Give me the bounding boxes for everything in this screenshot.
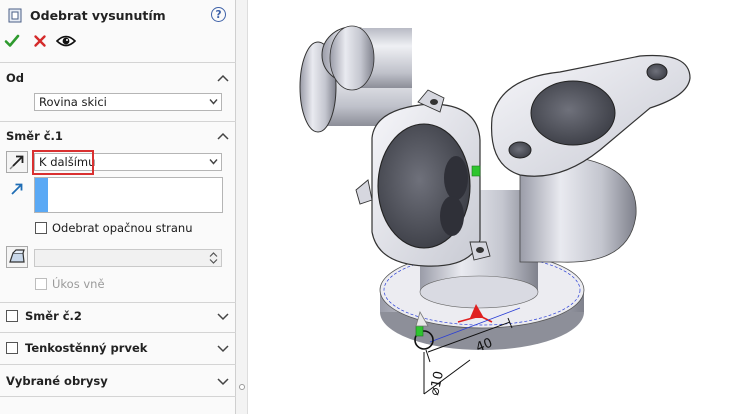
section-selected-contours-title: Vybrané obrysy <box>6 374 108 388</box>
thin-feature-checkbox[interactable] <box>6 342 18 354</box>
extruded-cut-icon <box>8 8 22 23</box>
property-manager-panel: Odebrat vysunutím ? Od Rovina skici Směr… <box>0 0 236 414</box>
reverse-direction-icon <box>9 155 24 170</box>
body-base-edge <box>419 275 539 309</box>
action-buttons <box>4 33 94 53</box>
flange-lug <box>355 179 373 205</box>
from-start-condition-select[interactable]: Rovina skici <box>34 93 222 111</box>
panel-resize-handle[interactable] <box>236 0 248 414</box>
help-icon[interactable]: ? <box>211 7 226 22</box>
divider <box>0 302 236 303</box>
chevron-down-icon[interactable] <box>217 376 229 386</box>
draft-outward-label: Úkos vně <box>52 277 105 291</box>
chevron-down-icon[interactable] <box>217 343 229 353</box>
drag-handle[interactable] <box>415 325 424 337</box>
dimension-diameter-label[interactable]: ⌀10 <box>427 370 447 397</box>
direction1-end-condition-value: K dalšímu <box>39 155 96 169</box>
divider <box>0 364 236 365</box>
inner-passage <box>444 156 468 200</box>
part-model-view[interactable]: 40 ⌀10 <box>248 0 750 414</box>
property-manager-header: Odebrat vysunutím ? <box>6 6 228 26</box>
cancel-button[interactable] <box>32 33 48 52</box>
reverse-direction-button[interactable] <box>6 151 28 173</box>
inner-passage <box>440 196 464 236</box>
direction-vector-icon <box>11 183 23 195</box>
flip-side-to-cut-checkbox[interactable] <box>35 222 47 234</box>
section-thin-feature-title: Tenkostěnný prvek <box>25 341 148 355</box>
resize-grip-icon[interactable] <box>239 384 245 390</box>
lug-hole <box>476 247 484 253</box>
divider <box>0 332 236 333</box>
left-pipe-flange <box>329 25 375 91</box>
section-from-title: Od <box>6 71 25 85</box>
chevron-up-icon[interactable] <box>217 73 229 83</box>
chevron-up-icon[interactable] <box>217 131 229 141</box>
drag-handle[interactable] <box>471 165 481 177</box>
divider <box>0 121 236 122</box>
divider <box>0 396 236 397</box>
draft-angle-spinbox[interactable] <box>34 249 222 267</box>
divider <box>0 62 236 63</box>
eye-icon <box>55 35 77 47</box>
chevron-down-icon[interactable] <box>217 311 229 321</box>
selection-focus-bar <box>35 178 48 212</box>
draft-outward-checkbox[interactable] <box>35 278 47 290</box>
from-start-condition-value: Rovina skici <box>39 95 107 109</box>
section-direction1-title: Směr č.1 <box>6 129 63 143</box>
preview-button[interactable] <box>55 33 77 52</box>
direction2-checkbox[interactable] <box>6 310 18 322</box>
close-icon <box>34 35 46 47</box>
draft-icon <box>9 249 25 263</box>
ok-button[interactable] <box>4 33 20 52</box>
checkmark-icon <box>4 34 20 47</box>
chevron-down-icon <box>209 99 218 105</box>
flange-bolt-hole <box>646 63 668 81</box>
spinner-arrows-icon[interactable] <box>208 251 219 265</box>
oval-flange-bore <box>530 80 616 146</box>
section-direction2-title: Směr č.2 <box>25 309 82 323</box>
draft-toggle-button[interactable] <box>6 246 28 268</box>
direction-vector-selection-box[interactable] <box>34 177 223 213</box>
lug-hole <box>430 99 438 105</box>
direction1-end-condition-select[interactable]: K dalšímu <box>34 153 222 171</box>
feature-title: Odebrat vysunutím <box>30 8 166 23</box>
graphics-area[interactable]: 40 ⌀10 <box>248 0 750 414</box>
flange-bolt-hole <box>508 141 532 159</box>
flip-side-to-cut-label: Odebrat opačnou stranu <box>52 221 193 235</box>
chevron-down-icon <box>209 159 218 165</box>
